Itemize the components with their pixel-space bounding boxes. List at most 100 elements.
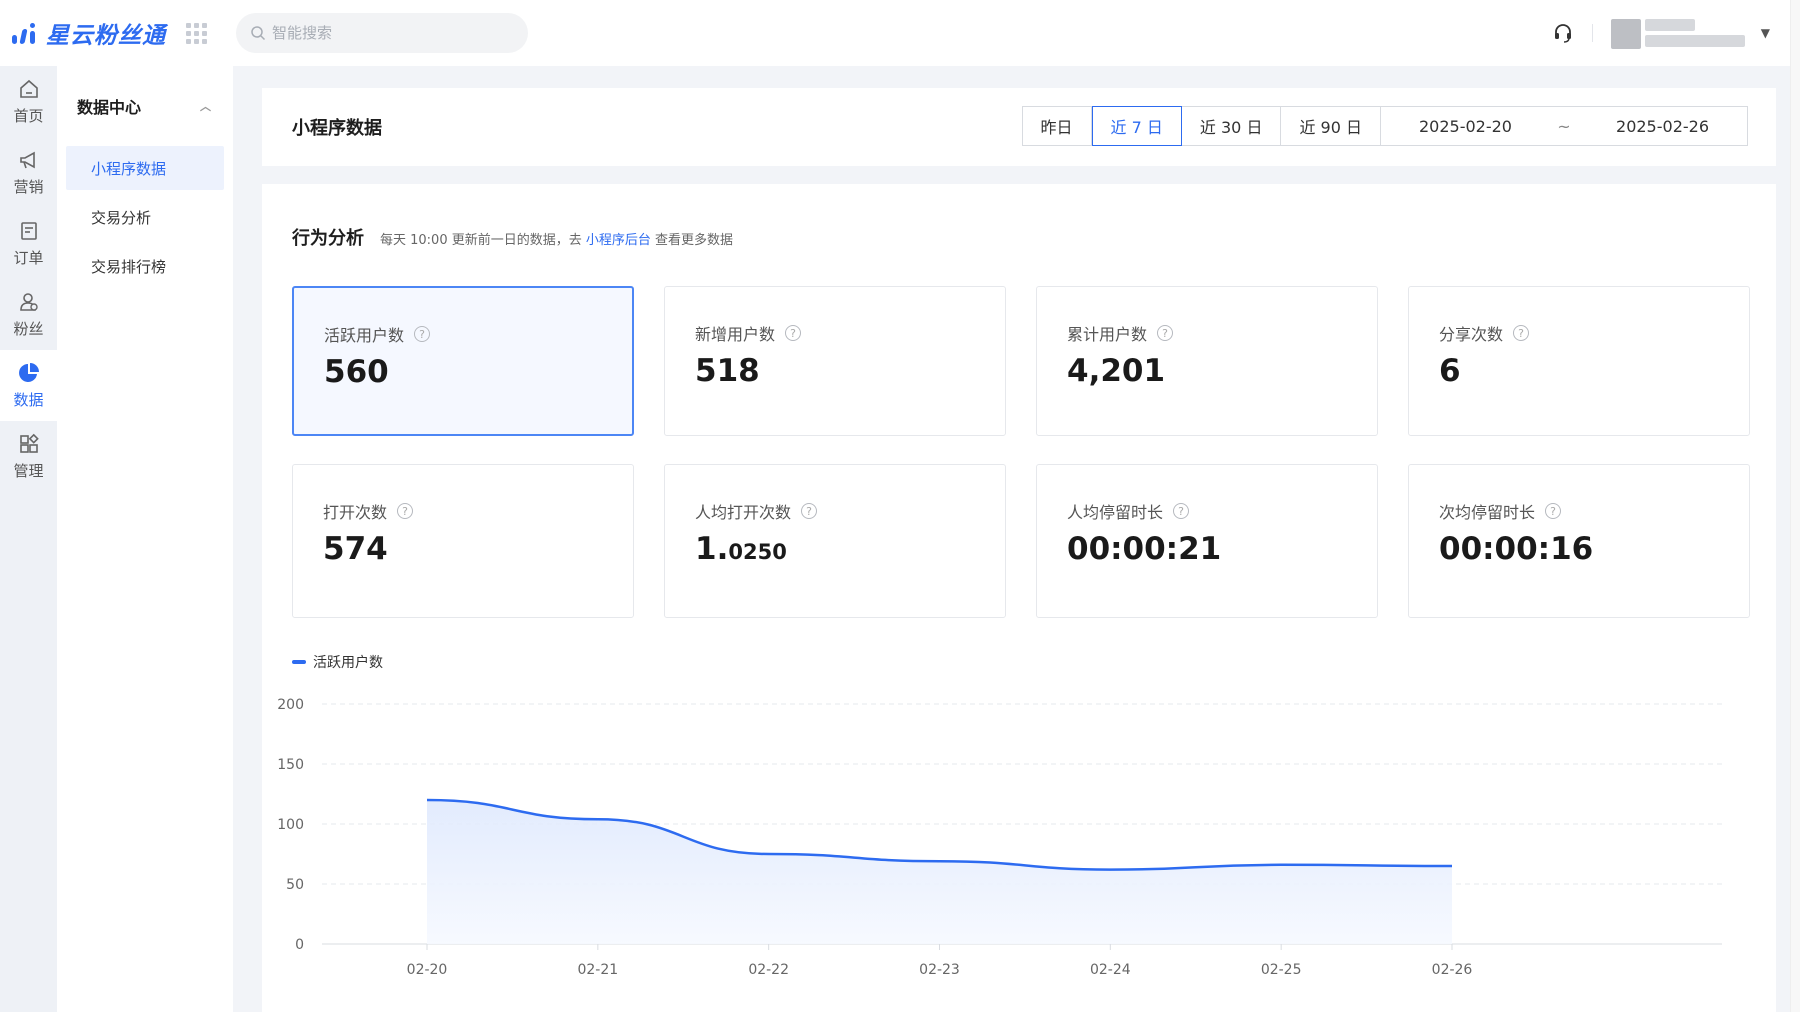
metric-label: 人均停留时长 — [1067, 503, 1164, 522]
nav-orders[interactable]: 订单 — [0, 208, 57, 279]
y-tick-label: 0 — [295, 937, 304, 953]
nav-fans-label: 粉丝 — [13, 320, 44, 338]
date-start: 2025-02-20 — [1419, 116, 1512, 136]
range-30d-button[interactable]: 近 30 日 — [1181, 107, 1282, 145]
page-title: 小程序数据 — [292, 118, 382, 139]
chevron-up-icon: ︿ — [200, 100, 211, 113]
help-icon[interactable]: ? — [1513, 325, 1530, 341]
chart-legend[interactable]: 活跃用户数 — [292, 652, 383, 672]
nav-manage-label: 管理 — [13, 462, 44, 480]
metric-card-avg-stay-per-open[interactable]: 次均停留时长? 00:00:16 — [1408, 464, 1750, 618]
section-note: 每天 10:00 更新前一日的数据，去 小程序后台 查看更多数据 — [380, 229, 733, 248]
metric-card-opens[interactable]: 打开次数? 574 — [292, 464, 634, 618]
metric-value: 4,201 — [1067, 353, 1166, 389]
date-separator: ~ — [1557, 116, 1571, 136]
miniprogram-backend-link[interactable]: 小程序后台 — [586, 233, 651, 248]
x-tick-label: 02-23 — [919, 962, 960, 978]
subnav-item-trade-ranking[interactable]: 交易排行榜 — [66, 244, 224, 288]
x-tick-label: 02-24 — [1090, 962, 1131, 978]
range-90d-button[interactable]: 近 90 日 — [1281, 107, 1381, 145]
section-title: 行为分析 — [292, 228, 364, 249]
app-logo[interactable]: 星云粉丝通 — [10, 16, 166, 50]
primary-nav: 首页 营销 订单 粉丝 数据 管理 — [0, 66, 57, 1012]
help-icon[interactable]: ? — [785, 325, 802, 341]
metric-label: 累计用户数 — [1067, 325, 1148, 344]
help-icon[interactable]: ? — [1173, 503, 1190, 519]
metric-label: 次均停留时长 — [1439, 503, 1536, 522]
metric-value: 6 — [1439, 353, 1461, 389]
metric-card-new-users[interactable]: 新增用户数? 518 — [664, 286, 1006, 436]
user-menu-caret-icon[interactable]: ▼ — [1761, 26, 1770, 40]
nav-home-label: 首页 — [13, 107, 44, 125]
legend-label: 活跃用户数 — [313, 655, 383, 671]
page-header: 小程序数据 昨日 近 7 日 近 30 日 近 90 日 2025-02-20 … — [262, 88, 1776, 166]
home-icon — [19, 79, 38, 98]
secondary-nav: 数据中心 ︿ 小程序数据 交易分析 交易排行榜 — [57, 66, 233, 1012]
metric-card-avg-opens[interactable]: 人均打开次数? 1.0250 — [664, 464, 1006, 618]
order-icon — [20, 222, 37, 240]
grid-manage-icon — [19, 433, 39, 453]
y-tick-label: 100 — [277, 817, 304, 833]
top-bar: 星云粉丝通 ▼ — [0, 0, 1790, 66]
range-7d-button[interactable]: 近 7 日 — [1091, 106, 1182, 146]
active-users-chart: 200 150 100 50 0 02-20 02-21 02-22 02-23 02-24 02-… — [277, 697, 1722, 978]
search-box[interactable] — [236, 13, 528, 53]
headset-icon[interactable] — [1552, 22, 1574, 44]
range-yesterday-button[interactable]: 昨日 — [1022, 107, 1092, 145]
x-tick-label: 02-20 — [407, 962, 448, 978]
search-icon — [251, 26, 266, 41]
user-avatar[interactable] — [1610, 13, 1751, 53]
metric-label: 人均打开次数 — [695, 503, 792, 522]
nav-fans[interactable]: 粉丝 — [0, 279, 57, 350]
metric-label: 分享次数 — [1439, 325, 1504, 344]
metric-card-total-users[interactable]: 累计用户数? 4,201 — [1036, 286, 1378, 436]
metric-card-active-users[interactable]: 活跃用户数? 560 — [292, 286, 634, 436]
behavior-analysis-card: 行为分析 每天 10:00 更新前一日的数据，去 小程序后台 查看更多数据 活跃… — [262, 184, 1776, 1012]
metric-label: 新增用户数 — [695, 325, 776, 344]
x-tick-label: 02-26 — [1432, 962, 1473, 978]
fans-icon — [19, 293, 38, 311]
logo-mark-icon — [10, 19, 38, 47]
divider — [1591, 24, 1593, 42]
subnav-item-miniprogram-data[interactable]: 小程序数据 — [66, 146, 224, 190]
note-prefix: 每天 10:00 更新前一日的数据，去 — [380, 233, 582, 248]
help-icon[interactable]: ? — [414, 326, 431, 342]
metric-label: 打开次数 — [323, 503, 388, 522]
nav-manage[interactable]: 管理 — [0, 421, 57, 492]
metric-value: 1.0250 — [695, 531, 787, 567]
metric-value: 00:00:16 — [1439, 531, 1594, 567]
app-grid-icon[interactable] — [184, 21, 208, 45]
nav-marketing-label: 营销 — [13, 178, 44, 196]
date-range-selector: 昨日 近 7 日 近 30 日 近 90 日 2025-02-20 ~ 2025… — [1021, 106, 1748, 146]
pie-chart-icon — [18, 363, 39, 382]
help-icon[interactable]: ? — [1157, 325, 1174, 341]
nav-marketing[interactable]: 营销 — [0, 137, 57, 208]
help-icon[interactable]: ? — [397, 503, 414, 519]
date-end: 2025-02-26 — [1616, 116, 1709, 136]
y-tick-label: 150 — [277, 757, 304, 773]
metric-card-avg-stay-per-user[interactable]: 人均停留时长? 00:00:21 — [1036, 464, 1378, 618]
megaphone-icon — [19, 151, 35, 169]
metric-value: 574 — [323, 531, 388, 567]
metric-value: 518 — [695, 353, 760, 389]
subnav-item-trade-analysis[interactable]: 交易分析 — [66, 195, 224, 239]
nav-data-label: 数据 — [13, 391, 44, 409]
series-area — [427, 800, 1452, 944]
subnav-group-toggle[interactable]: 数据中心 ︿ — [57, 66, 233, 146]
note-suffix: 查看更多数据 — [655, 233, 734, 248]
app-name: 星云粉丝通 — [46, 23, 166, 49]
help-icon[interactable]: ? — [1545, 503, 1562, 519]
nav-data[interactable]: 数据 — [0, 350, 57, 421]
nav-orders-label: 订单 — [13, 249, 44, 267]
search-input[interactable] — [272, 24, 512, 42]
metric-card-shares[interactable]: 分享次数? 6 — [1408, 286, 1750, 436]
metric-label: 活跃用户数 — [324, 326, 405, 345]
metric-value: 00:00:21 — [1067, 531, 1222, 567]
help-icon[interactable]: ? — [801, 503, 818, 519]
scrollbar[interactable] — [1790, 0, 1800, 1012]
legend-swatch — [292, 660, 306, 664]
metric-value: 560 — [324, 354, 389, 390]
date-range-picker[interactable]: 2025-02-20 ~ 2025-02-26 — [1381, 107, 1747, 145]
x-tick-label: 02-21 — [577, 962, 618, 978]
nav-home[interactable]: 首页 — [0, 66, 57, 137]
